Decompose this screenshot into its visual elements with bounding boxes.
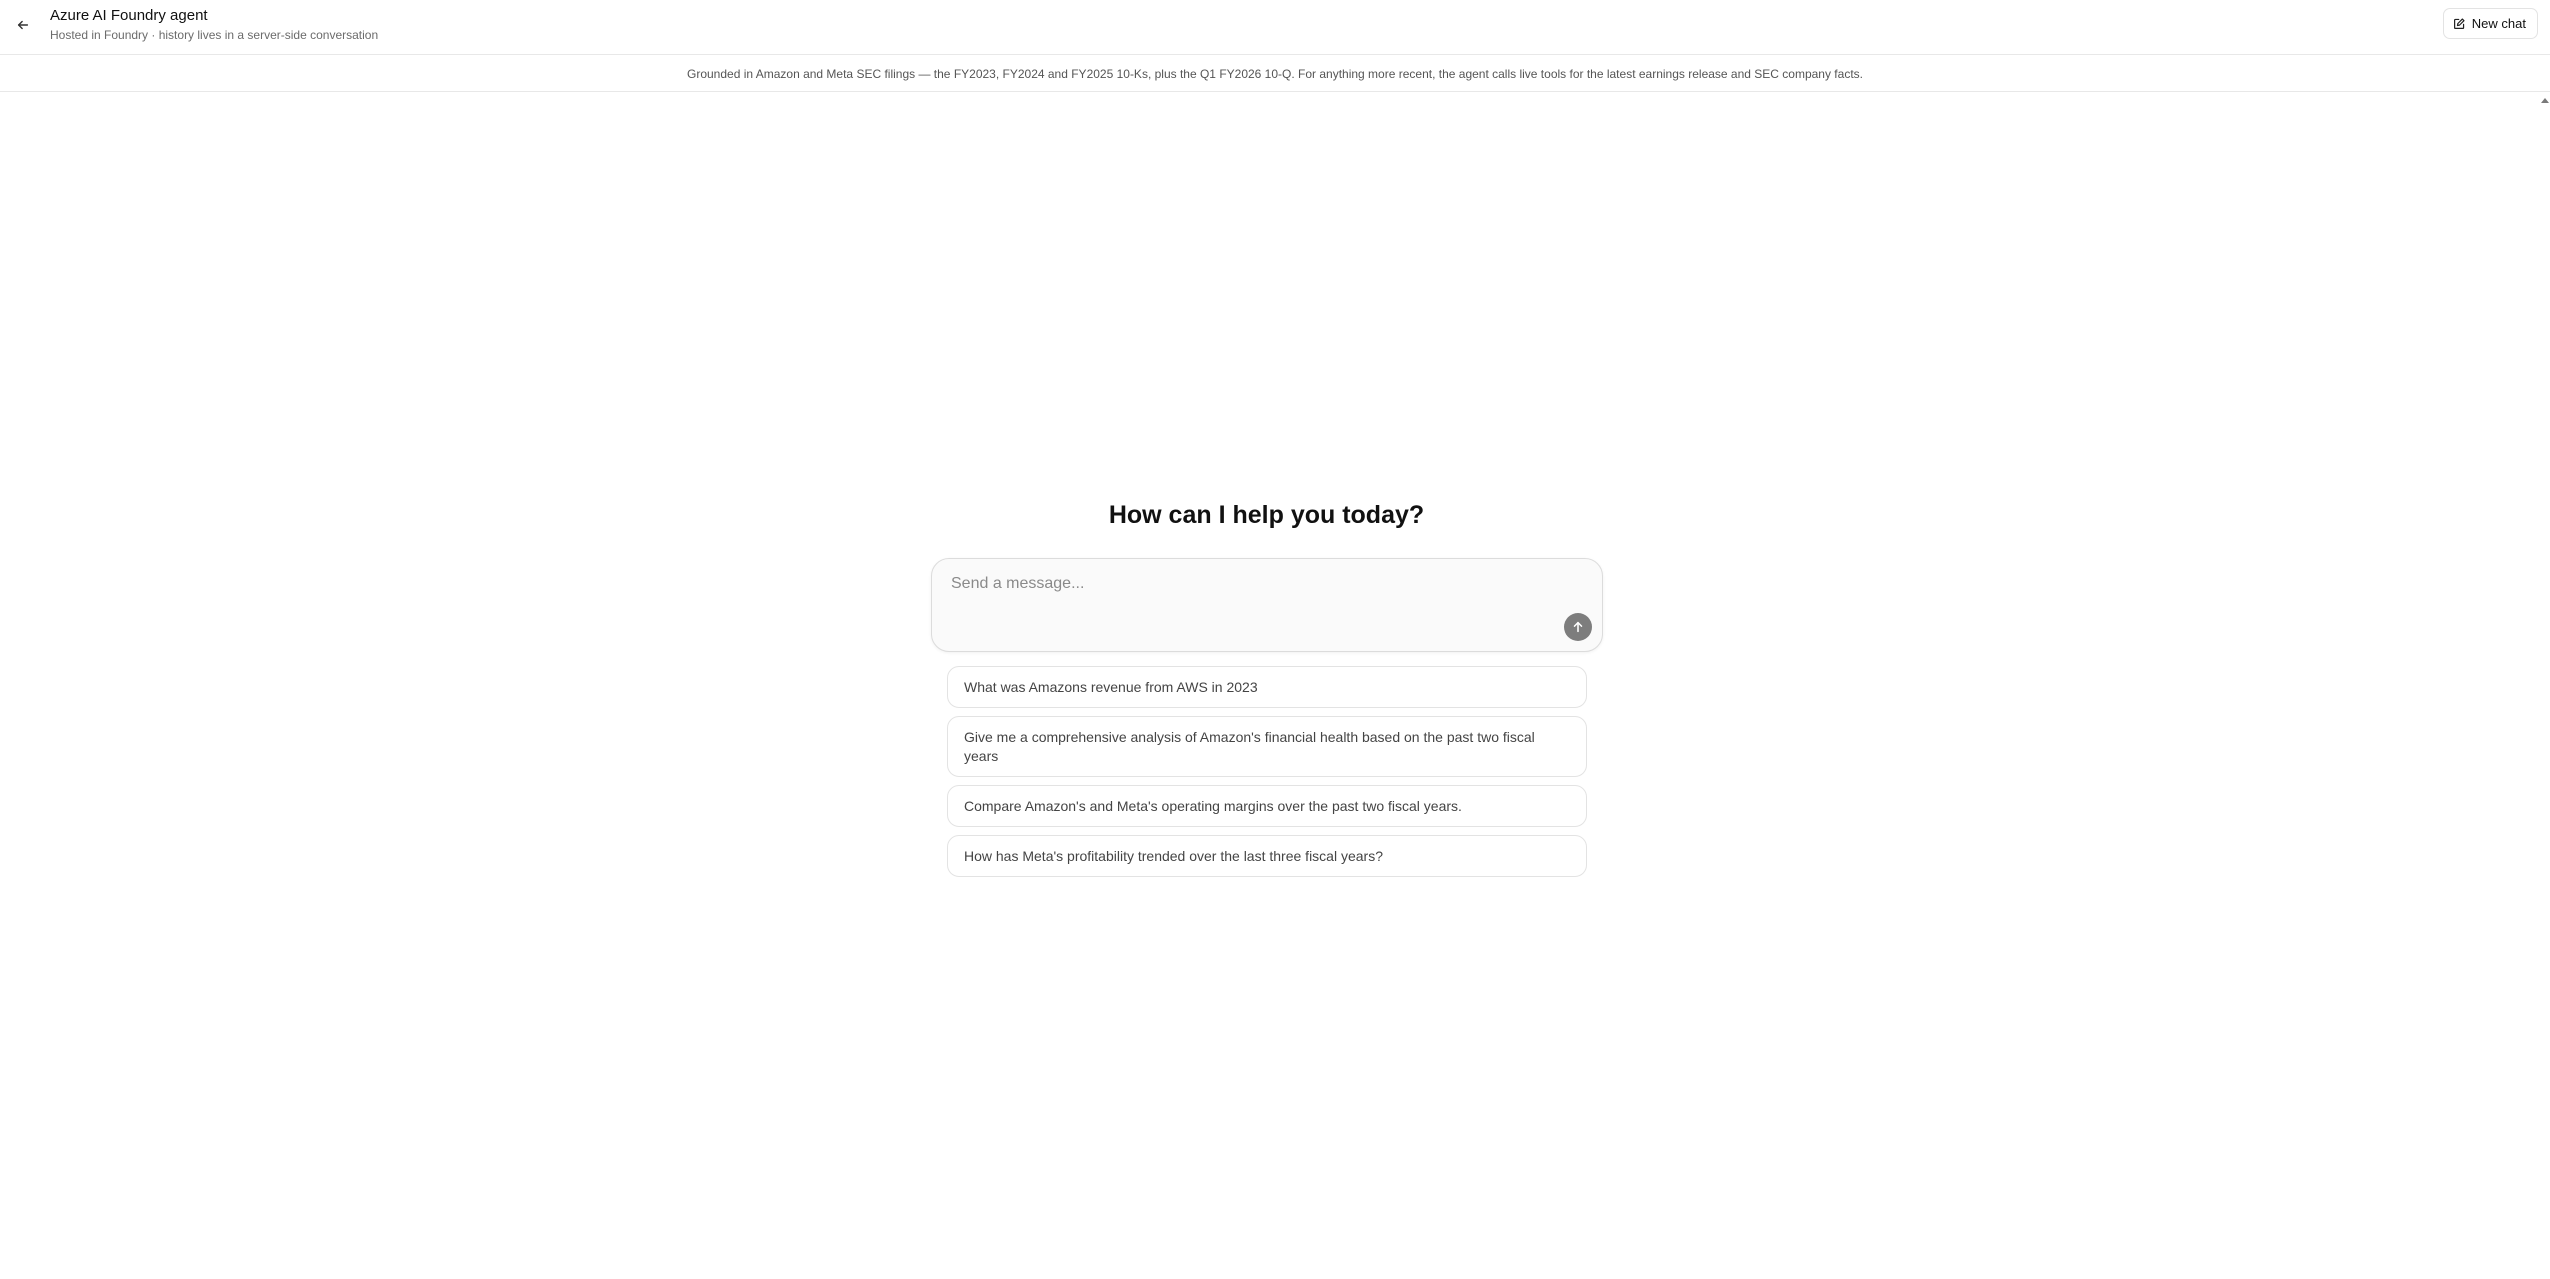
suggestion-item[interactable]: What was Amazons revenue from AWS in 202… bbox=[947, 666, 1587, 708]
banner-text: Grounded in Amazon and Meta SEC filings … bbox=[687, 66, 1863, 81]
message-composer bbox=[931, 558, 1603, 652]
grounding-banner: Grounded in Amazon and Meta SEC filings … bbox=[0, 56, 2550, 92]
title-block: Azure AI Foundry agent Hosted in Foundry… bbox=[50, 7, 378, 43]
message-input[interactable] bbox=[949, 573, 1529, 633]
suggestion-label: Compare Amazon's and Meta's operating ma… bbox=[964, 798, 1462, 814]
send-button[interactable] bbox=[1564, 613, 1592, 641]
back-button[interactable] bbox=[10, 12, 36, 38]
arrow-left-icon bbox=[17, 20, 29, 30]
suggestion-item[interactable]: How has Meta's profitability trended ove… bbox=[947, 835, 1587, 877]
suggestion-list: What was Amazons revenue from AWS in 202… bbox=[947, 666, 1587, 885]
app-header: Azure AI Foundry agent Hosted in Foundry… bbox=[0, 0, 2550, 55]
new-chat-label: New chat bbox=[2471, 16, 2526, 31]
suggestion-label: What was Amazons revenue from AWS in 202… bbox=[964, 679, 1258, 695]
chat-main: How can I help you today? What was Amazo… bbox=[0, 93, 2550, 1279]
app-subtitle: Hosted in Foundry · history lives in a s… bbox=[50, 28, 379, 42]
edit-icon bbox=[2453, 18, 2465, 29]
app-title: Azure AI Foundry agent bbox=[50, 7, 208, 24]
suggestion-label: How has Meta's profitability trended ove… bbox=[964, 848, 1383, 864]
new-chat-button[interactable]: New chat bbox=[2442, 8, 2538, 39]
greeting-heading: How can I help you today? bbox=[1108, 501, 1425, 529]
suggestion-item[interactable]: Compare Amazon's and Meta's operating ma… bbox=[947, 785, 1587, 827]
suggestion-label: Give me a comprehensive analysis of Amaz… bbox=[964, 729, 1535, 764]
arrow-up-icon bbox=[1573, 621, 1583, 633]
suggestion-item[interactable]: Give me a comprehensive analysis of Amaz… bbox=[947, 716, 1587, 777]
